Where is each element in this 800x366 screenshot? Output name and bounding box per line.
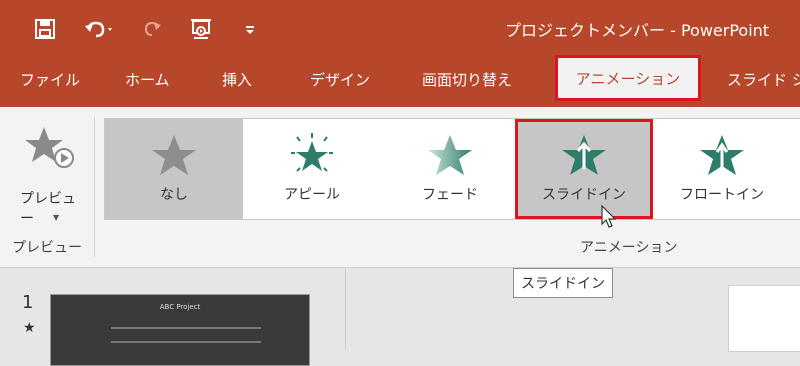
- tooltip: スライドイン: [513, 268, 613, 298]
- animation-group-label: アニメーション: [580, 240, 678, 256]
- animation-fly-in[interactable]: スライドイン: [515, 119, 653, 219]
- undo-icon[interactable]: [82, 16, 116, 42]
- group-divider: [94, 117, 95, 257]
- animation-fade-label: フェード: [422, 187, 478, 203]
- slide-canvas[interactable]: [728, 285, 800, 352]
- tab-design[interactable]: デザイン: [310, 69, 370, 90]
- tab-slideshow[interactable]: スライド シ: [727, 69, 800, 90]
- animation-fade[interactable]: フェード: [381, 119, 519, 219]
- animation-gallery: なし アピール フェード スライドイン フロートイン: [104, 118, 800, 220]
- customize-qat-icon[interactable]: [240, 16, 260, 42]
- star-gray-icon: [152, 135, 196, 175]
- tab-animations-label: アニメーション: [575, 69, 681, 88]
- animation-marker-icon: ★: [23, 320, 36, 336]
- window-title: プロジェクトメンバー - PowerPoint: [505, 21, 770, 40]
- mouse-cursor-icon: [601, 204, 617, 228]
- slide-number: 1: [22, 292, 34, 313]
- pane-divider: [345, 268, 346, 350]
- chevron-down-icon: ▼: [53, 213, 60, 222]
- animation-float-in-label: フロートイン: [680, 187, 764, 203]
- thumb-text-line: [111, 327, 261, 329]
- animation-appear[interactable]: アピール: [243, 119, 381, 219]
- preview-group-label: プレビュー: [12, 240, 82, 256]
- tab-home[interactable]: ホーム: [125, 69, 170, 90]
- save-icon[interactable]: [30, 16, 60, 42]
- fade-star-icon: [428, 135, 472, 175]
- redo-icon[interactable]: [140, 16, 166, 42]
- preview-button-label: プレビュー: [20, 191, 76, 227]
- preview-button[interactable]: プレビュー ▼: [8, 115, 86, 227]
- float-in-star-icon: [700, 135, 744, 175]
- thumb-text-line: [111, 341, 261, 343]
- animation-float-in[interactable]: フロートイン: [653, 119, 791, 219]
- thumb-title: ABC Project: [159, 303, 201, 311]
- animation-none-label: なし: [160, 187, 188, 203]
- tab-file[interactable]: ファイル: [20, 69, 80, 90]
- present-from-start-icon[interactable]: [186, 16, 216, 42]
- animation-fly-in-label: スライドイン: [542, 187, 626, 203]
- slide-thumbnail[interactable]: ABC Project: [50, 294, 310, 366]
- ribbon: プレビュー ▼ プレビュー なし アピール フェード スライドイン フロートイン…: [0, 107, 800, 268]
- appear-star-icon: [291, 133, 333, 172]
- tab-insert[interactable]: 挿入: [222, 69, 252, 90]
- title-bar: プロジェクトメンバー - PowerPoint: [0, 0, 800, 57]
- preview-star-icon: [25, 127, 74, 168]
- animation-none[interactable]: なし: [105, 119, 243, 219]
- animation-appear-label: アピール: [284, 187, 340, 203]
- tab-animations[interactable]: アニメーション: [555, 55, 701, 101]
- fly-in-star-icon: [562, 135, 606, 175]
- tab-transitions[interactable]: 画面切り替え: [422, 69, 512, 90]
